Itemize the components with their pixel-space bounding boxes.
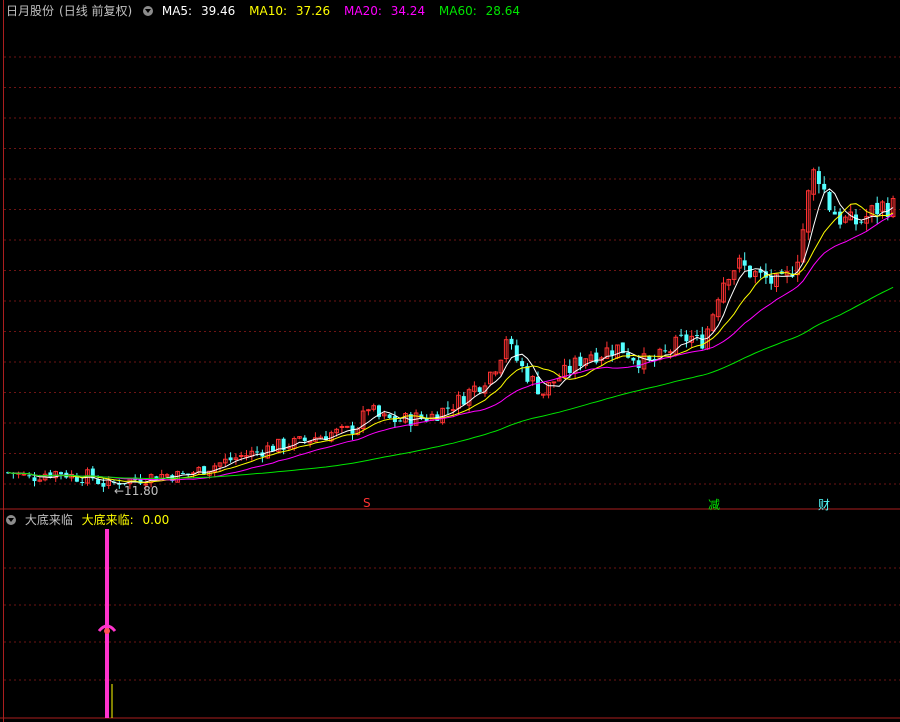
candle-body-up [238, 455, 244, 458]
candle-body-down [859, 221, 864, 223]
candle-body-down [387, 414, 392, 418]
signal-marker-cai: 财 [818, 498, 831, 512]
candle-body-down [48, 472, 53, 478]
signal-marker-jian: 减 [708, 498, 721, 512]
candle-body-down [302, 437, 307, 441]
ma60-line [7, 286, 894, 480]
candle-body-down [255, 451, 260, 453]
candle-body-down [679, 334, 684, 336]
candle-body-up [668, 351, 673, 354]
signal-dot [104, 628, 110, 634]
indicator-dropdown-icon[interactable] [6, 515, 16, 525]
candle-body-down [626, 352, 631, 358]
ma5-value: 39.46 [200, 4, 236, 18]
candle-body-down [509, 338, 514, 345]
candle-body-down [610, 350, 615, 356]
candle-body-down [631, 357, 636, 361]
indicator-value: 0.00 [142, 513, 170, 527]
ma20-legend: MA20: 34.24 [344, 4, 430, 18]
candle-body-down [27, 475, 32, 477]
candle-body-down [536, 376, 540, 395]
ma5-legend: MA5: 39.46 [162, 4, 240, 18]
ma5-name: MA5: [161, 4, 193, 18]
candle-body-down [514, 345, 519, 361]
candle-body-down [520, 361, 525, 367]
candle-body-down [663, 350, 668, 352]
candle-body-down [101, 483, 106, 487]
candle-body-down [748, 265, 752, 278]
candle-body-down [180, 473, 185, 475]
candle-body-down [80, 481, 85, 483]
candle-body-down [832, 211, 837, 215]
dropdown-icon[interactable] [143, 6, 154, 16]
ma10-name: MA10: [249, 4, 287, 18]
candle-body-up [551, 381, 557, 384]
candle-body-down [684, 334, 689, 342]
candle-body-down [695, 335, 699, 337]
ma20-name: MA20: [344, 4, 382, 18]
candle-body-down [59, 472, 63, 475]
ma20-line [7, 213, 894, 481]
candle-body-down [822, 183, 827, 190]
candle-body-down [578, 356, 583, 366]
ma10-value: 37.26 [295, 4, 331, 18]
stock-name: 日月股份 [6, 4, 55, 18]
ma10-legend: MA10: 37.26 [249, 4, 335, 18]
candle-body-down [816, 171, 821, 185]
indicator-name: 大底来临 [24, 513, 73, 527]
ma60-legend: MA60: 28.64 [439, 4, 525, 18]
main-legend: 日月股份 (日线 前复权) MA5: 39.46 MA10: 37.26 MA20… [6, 4, 530, 18]
candle-body-up [339, 426, 345, 429]
candle-body-down [636, 360, 641, 368]
ma5-line [7, 188, 894, 485]
period-label: (日线 前复权) [59, 4, 133, 18]
candle-body-up [366, 409, 371, 412]
candle-body-down [477, 387, 482, 392]
candle-body-down [32, 477, 37, 482]
stock-title: 日月股份 (日线 前复权) [6, 4, 141, 18]
ma60-value: 28.64 [485, 4, 520, 18]
candle-body-down [875, 202, 880, 215]
candle-body-down [202, 466, 207, 475]
signal-marker-s: S [363, 496, 371, 510]
candle-body-down [742, 260, 747, 266]
candle-body-down [445, 407, 450, 409]
ma10-line [7, 203, 894, 484]
candle-body-down [228, 457, 233, 461]
candle-body-down [525, 366, 530, 382]
indicator-legend: 大底来临 大底来临: 0.00 [6, 513, 179, 527]
low-price-annotation: ←11.80 [114, 484, 159, 498]
candle-body-down [827, 192, 832, 211]
candle-body-down [461, 396, 466, 405]
candle-body-down [700, 334, 705, 349]
candle-body-up [344, 425, 350, 428]
candle-body-down [398, 420, 403, 422]
chart-canvas[interactable] [0, 0, 900, 722]
ma20-value: 34.24 [390, 4, 426, 18]
indicator-label: 大底来临: [81, 513, 134, 527]
indicator-series-label: 大底来临: 0.00 [82, 513, 175, 527]
candle-body-up [21, 473, 27, 476]
ma60-name: MA60: [438, 4, 477, 18]
stock-chart-window: 日月股份 (日线 前复权) MA5: 39.46 MA10: 37.26 MA20… [0, 0, 900, 722]
candle-body-down [567, 365, 572, 373]
